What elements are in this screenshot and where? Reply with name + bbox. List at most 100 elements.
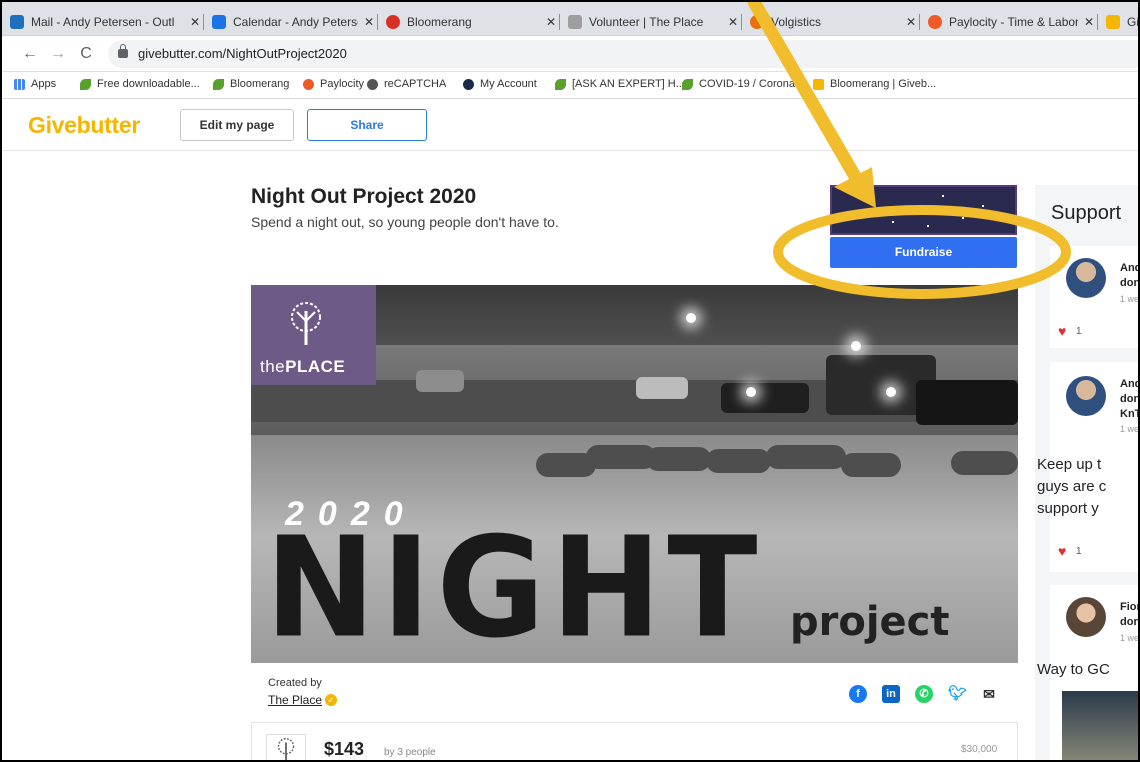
donor-photo <box>1062 691 1138 760</box>
bookmark-label: My Account <box>480 78 537 90</box>
tree-icon <box>277 738 295 760</box>
created-by-label: Created by <box>268 677 322 689</box>
donor-message-line: guys are c <box>1037 478 1107 495</box>
leaf-icon <box>213 78 224 90</box>
browser-tab-bar: Mail - Andy Petersen - Outl ✕ Calendar -… <box>2 2 1138 36</box>
heart-icon[interactable]: ♥ <box>1058 323 1066 339</box>
campaign-title: Night Out Project 2020 <box>251 185 477 208</box>
share-button[interactable]: Share <box>307 109 427 141</box>
amount-raised: $143 <box>324 739 365 759</box>
donor-action: don <box>1120 616 1140 628</box>
bookmark-label: Bloomerang | Giveb... <box>830 78 937 90</box>
bookmarks-bar: Apps Free downloadable... Bloomerang Pay… <box>2 72 1138 99</box>
bookmark-paylocity[interactable]: Paylocity <box>303 78 364 90</box>
avatar <box>1066 258 1106 298</box>
donor-name: Fior <box>1120 601 1140 613</box>
heart-icon[interactable]: ♥ <box>1058 543 1066 559</box>
tab-bloomerang[interactable]: Bloomerang ✕ <box>378 8 558 36</box>
outlook-icon <box>10 15 24 29</box>
bookmark-label: Paylocity <box>320 78 365 90</box>
back-arrow-icon[interactable]: ← <box>22 45 38 63</box>
close-icon[interactable]: ✕ <box>1082 15 1096 29</box>
donor-action: don <box>1120 277 1140 289</box>
bookmark-bloomerang-givebutter[interactable]: Bloomerang | Giveb... <box>813 78 936 90</box>
bloomerang-icon <box>386 15 400 29</box>
tab-title: Volgistics <box>771 15 822 29</box>
tab-title: Paylocity - Time & Labor Tin <box>949 15 1078 29</box>
close-icon[interactable]: ✕ <box>726 15 740 29</box>
tree-icon <box>568 15 582 29</box>
bookmark-recaptcha[interactable]: reCAPTCHA <box>367 78 446 90</box>
tab-paylocity[interactable]: Paylocity - Time & Labor Tin ✕ <box>920 8 1096 36</box>
facebook-icon[interactable]: f <box>849 685 867 703</box>
verified-badge-icon: ✓ <box>325 694 337 706</box>
donor-message-line: Keep up t <box>1037 456 1102 473</box>
lock-icon <box>118 44 128 58</box>
donor-message: Way to GC <box>1037 661 1110 678</box>
tab-title: Mail - Andy Petersen - Outl <box>31 15 175 29</box>
givebutter-icon <box>813 78 824 90</box>
campaign-hero-image: thePLACE 2020 NIGHT OUT project <box>251 285 1018 663</box>
bookmark-apps[interactable]: Apps <box>14 78 56 90</box>
close-icon[interactable]: ✕ <box>544 15 558 29</box>
close-icon[interactable]: ✕ <box>904 15 918 29</box>
like-count: 1 <box>1076 546 1082 557</box>
bookmark-ask-an-expert[interactable]: [ASK AN EXPERT] H... <box>555 78 685 90</box>
bookmark-label: Apps <box>31 78 57 90</box>
donor-name: And <box>1120 378 1140 390</box>
donation-time: 1 we <box>1120 633 1140 643</box>
email-icon[interactable]: ✉ <box>980 685 998 703</box>
bookmark-bloomerang[interactable]: Bloomerang <box>213 78 289 90</box>
bookmark-free-downloadable[interactable]: Free downloadable... <box>80 78 200 90</box>
givebutter-logo[interactable]: Givebutter <box>28 112 140 139</box>
close-icon[interactable]: ✕ <box>188 15 202 29</box>
forward-arrow-icon[interactable]: → <box>50 45 66 63</box>
paylocity-icon <box>303 78 314 90</box>
tab-mail[interactable]: Mail - Andy Petersen - Outl ✕ <box>2 8 202 36</box>
linkedin-icon[interactable]: in <box>882 685 900 703</box>
tab-title: Calendar - Andy Petersen - <box>233 15 358 29</box>
leaf-icon <box>682 78 693 90</box>
linkedin-icon <box>463 78 474 90</box>
whatsapp-icon[interactable]: ✆ <box>915 685 933 703</box>
bookmark-label: Free downloadable... <box>97 78 200 90</box>
donor-name: And <box>1120 262 1140 274</box>
bookmark-label: COVID-19 / Corona <box>699 78 795 90</box>
creator-link[interactable]: The Place <box>268 693 322 707</box>
the-place-logo: thePLACE <box>251 285 376 385</box>
fundraise-button[interactable]: Fundraise <box>830 237 1017 268</box>
apps-grid-icon <box>14 78 25 90</box>
supporter-card: Fior don 1 we Way to GC <box>1037 585 1140 760</box>
supporter-card: And don KnT 1 we Keep up t guys are c su… <box>1037 362 1140 572</box>
tab-givebutter[interactable]: Giv <box>1098 8 1138 36</box>
twitter-icon[interactable]: 🐦︎ <box>948 685 967 703</box>
bookmark-my-account[interactable]: My Account <box>463 78 537 90</box>
site-header: Givebutter Edit my page Share <box>2 99 1138 151</box>
edit-my-page-button[interactable]: Edit my page <box>180 109 294 141</box>
the-place-wordmark: thePLACE <box>260 357 346 376</box>
donation-time: 1 we <box>1120 294 1140 304</box>
donor-detail: KnT <box>1120 408 1140 420</box>
close-icon[interactable]: ✕ <box>362 15 376 29</box>
tab-title: Bloomerang <box>407 15 472 29</box>
donor-message-line: support y <box>1037 500 1099 517</box>
avatar <box>1066 597 1106 637</box>
address-bar[interactable]: givebutter.com/NightOutProject2020 <box>108 40 1138 68</box>
organization-avatar <box>266 734 306 760</box>
tab-calendar[interactable]: Calendar - Andy Petersen - ✕ <box>204 8 376 36</box>
browser-toolbar: ← → C givebutter.com/NightOutProject2020 <box>2 36 1138 72</box>
campaign-subtitle: Spend a night out, so young people don't… <box>251 214 559 230</box>
supporters-title: Support <box>1051 202 1122 224</box>
avatar <box>1066 376 1106 416</box>
leaf-icon <box>555 78 566 90</box>
bookmark-covid[interactable]: COVID-19 / Corona <box>682 78 795 90</box>
recaptcha-icon <box>367 78 378 90</box>
tab-volunteer[interactable]: Volunteer | The Place ✕ <box>560 8 740 36</box>
campaign-thumbnail <box>830 185 1017 235</box>
bookmark-label: [ASK AN EXPERT] H... <box>572 78 685 90</box>
reload-icon[interactable]: C <box>78 45 94 63</box>
donation-time: 1 we <box>1120 424 1140 434</box>
hero-tagline: project <box>790 599 950 645</box>
url-text: givebutter.com/NightOutProject2020 <box>138 46 347 61</box>
tab-volgistics[interactable]: Volgistics ✕ <box>742 8 918 36</box>
